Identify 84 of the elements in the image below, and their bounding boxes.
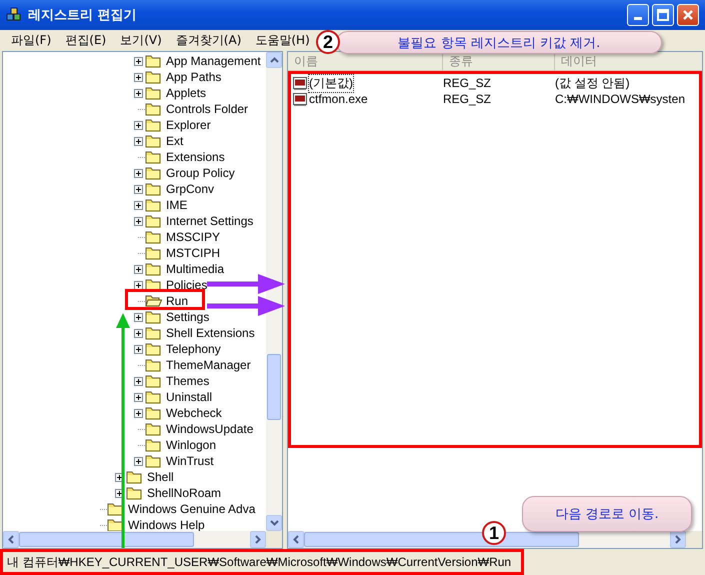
window-title: 레지스트리 편집기 <box>28 7 137 24</box>
expand-icon[interactable] <box>134 216 143 226</box>
tree-item[interactable]: MSTCIPH <box>165 246 221 260</box>
expand-icon[interactable] <box>134 88 143 98</box>
tree-item[interactable]: Policies <box>165 278 208 292</box>
tree-item[interactable]: Applets <box>165 86 208 100</box>
menu-item[interactable]: 즐겨찾기(A) <box>168 30 248 50</box>
minimize-button[interactable] <box>627 4 649 26</box>
maximize-button[interactable] <box>652 4 674 26</box>
scroll-left-icon[interactable] <box>8 535 14 544</box>
expand-icon[interactable] <box>134 184 143 194</box>
menu-item[interactable]: 편집(E) <box>58 30 114 50</box>
tree-item[interactable]: Webcheck <box>165 406 223 420</box>
tree-item[interactable]: Internet Settings <box>165 214 254 228</box>
tree-item[interactable]: Explorer <box>165 118 212 132</box>
tree-item[interactable]: Telephony <box>165 342 222 356</box>
scroll-down-icon[interactable] <box>270 520 278 526</box>
tree-item[interactable]: Ext <box>165 134 184 148</box>
tree-item[interactable]: MSSCIPY <box>165 230 222 244</box>
scroll-thumb[interactable] <box>19 532 194 547</box>
expand-icon[interactable] <box>134 72 143 82</box>
tree-item[interactable]: Windows Genuine Adva <box>127 502 256 516</box>
tree-item[interactable]: WindowsUpdate <box>165 422 254 436</box>
expand-icon[interactable] <box>134 408 143 418</box>
scroll-up-icon[interactable] <box>270 57 278 63</box>
expand-icon[interactable] <box>134 136 143 146</box>
table-cell: C:₩WINDOWS₩systen <box>555 92 685 106</box>
tree-item[interactable]: Settings <box>165 310 210 324</box>
tree-item[interactable]: App Paths <box>165 70 222 84</box>
tree-item[interactable]: Controls Folder <box>165 102 250 116</box>
tree-item[interactable]: WinTrust <box>165 454 215 468</box>
tree-item[interactable]: Run <box>165 294 190 308</box>
tree-item[interactable]: Themes <box>165 374 210 388</box>
expand-icon[interactable] <box>134 56 143 66</box>
vertical-scrollbar[interactable] <box>266 52 282 531</box>
table-cell-text: REG_SZ <box>443 76 492 90</box>
expand-icon[interactable] <box>134 200 143 210</box>
menu-item[interactable]: 도움말(H) <box>248 30 317 50</box>
tree-item[interactable]: IME <box>165 198 188 212</box>
horizontal-scrollbar[interactable] <box>3 531 266 548</box>
string-value-icon <box>293 92 307 106</box>
maximize-icon <box>657 9 669 21</box>
scrollbar-corner <box>686 531 702 548</box>
close-icon <box>682 9 694 21</box>
scrollbar-corner <box>266 531 282 548</box>
tree-item[interactable]: ThemeManager <box>165 358 252 372</box>
status-path: 내 컴퓨터₩HKEY_CURRENT_USER₩Software₩Microsoft₩Windows₩CurrentVersion₩Run <box>0 549 524 575</box>
scroll-right-icon[interactable] <box>675 535 681 544</box>
expand-icon[interactable] <box>134 168 143 178</box>
scroll-thumb[interactable] <box>267 354 281 420</box>
tree-item[interactable]: Extensions <box>165 150 226 164</box>
tree-item[interactable]: GrpConv <box>165 182 216 196</box>
minimize-icon <box>634 17 642 20</box>
step-number: 2 <box>316 30 340 54</box>
close-button[interactable] <box>677 4 699 26</box>
expand-icon[interactable] <box>134 376 143 386</box>
value-name[interactable]: ctfmon.exe <box>309 92 368 106</box>
expand-icon[interactable] <box>134 280 143 290</box>
tree-item[interactable]: ShellNoRoam <box>146 486 222 500</box>
expand-icon[interactable] <box>134 456 143 466</box>
value-name[interactable]: (기본값) <box>309 74 353 92</box>
expand-icon[interactable] <box>134 344 143 354</box>
menu-item[interactable]: 보기(V) <box>113 30 169 50</box>
string-value-icon <box>293 76 307 90</box>
tree-item[interactable]: Multimedia <box>165 262 226 276</box>
expand-icon[interactable] <box>134 120 143 130</box>
tree-item[interactable]: Group Policy <box>165 166 236 180</box>
tree-item[interactable]: App Management <box>165 54 262 68</box>
expand-icon[interactable] <box>134 312 143 322</box>
tree-item[interactable]: Shell <box>146 470 175 484</box>
menu-item[interactable]: 파일(F) <box>4 30 58 50</box>
table-cell-text: REG_SZ <box>443 92 492 106</box>
table-cell: (값 설정 안됨) <box>555 74 630 92</box>
tree-item[interactable]: Uninstall <box>165 390 214 404</box>
expand-icon[interactable] <box>134 328 143 338</box>
expand-icon[interactable] <box>134 392 143 402</box>
cubes-icon <box>6 7 22 23</box>
tree-item[interactable]: Winlogon <box>165 438 218 452</box>
tree-item[interactable]: Shell Extensions <box>165 326 256 340</box>
callout: 불필요 항목 레지스트리 키값 제거. <box>336 31 662 54</box>
expand-icon[interactable] <box>134 264 143 274</box>
callout: 다음 경로로 이동. <box>522 496 692 532</box>
scroll-right-icon[interactable] <box>255 535 261 544</box>
scroll-left-icon[interactable] <box>293 535 299 544</box>
